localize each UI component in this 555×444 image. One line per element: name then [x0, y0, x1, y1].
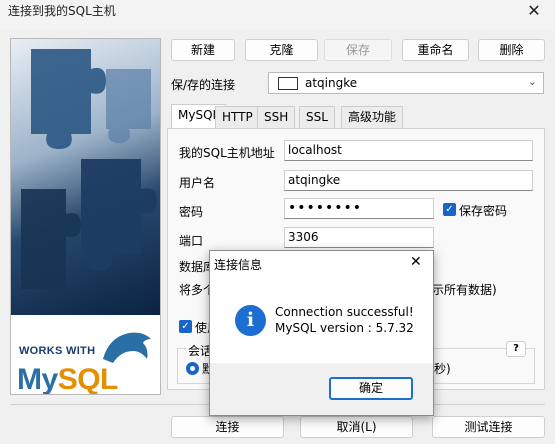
dolphin-icon: [103, 332, 151, 363]
port-input[interactable]: 3306: [284, 227, 434, 248]
save-password-checkbox[interactable]: ✓: [443, 203, 456, 216]
tab-http[interactable]: HTTP: [215, 106, 260, 128]
username-input[interactable]: atqingke: [284, 170, 533, 191]
logo-my: My: [17, 363, 58, 395]
connection-color-swatch: [278, 77, 298, 90]
tab-ssl[interactable]: SSL: [299, 106, 335, 128]
save-password-label: 保存密码: [459, 204, 508, 218]
rename-button[interactable]: 重命名: [402, 39, 469, 61]
save-button[interactable]: 保存: [324, 39, 392, 61]
dialog-title: 连接信息: [214, 258, 263, 272]
puzzle-pieces-icon: [21, 49, 157, 289]
banner-image: WORKS WITH MySQL: [10, 38, 161, 395]
window-title: 连接到我的SQL主机: [8, 4, 116, 18]
info-icon: i: [235, 305, 266, 336]
password-input[interactable]: ••••••••: [284, 198, 434, 219]
password-label: 密码: [179, 205, 204, 219]
username-label: 用户名: [179, 176, 216, 190]
dialog-message-line1: Connection successful!: [275, 305, 414, 319]
clone-button[interactable]: 克隆: [245, 39, 318, 61]
saved-connection-value: atqingke: [305, 76, 358, 90]
host-label: 我的SQL主机地址: [179, 146, 275, 160]
ok-button[interactable]: 确定: [329, 377, 413, 400]
dialog-close-icon[interactable]: ✕: [410, 254, 422, 270]
tab-advanced[interactable]: 高级功能: [341, 106, 404, 128]
connection-info-dialog: 连接信息 ✕ i Connection successful! MySQL ve…: [209, 250, 434, 416]
dialog-message-line2: MySQL version : 5.7.32: [275, 321, 414, 335]
port-label: 端口: [179, 234, 204, 248]
connect-button[interactable]: 连接: [171, 416, 284, 438]
seconds-text: 秒): [434, 362, 451, 376]
works-with-text: WORKS WITH: [19, 345, 96, 357]
window-close-icon[interactable]: ✕: [519, 0, 549, 24]
cancel-button[interactable]: 取消(L): [300, 416, 413, 438]
saved-connection-select[interactable]: atqingke ⌄: [268, 72, 544, 94]
show-all-text: 示所有数据): [432, 283, 497, 297]
test-connection-button[interactable]: 测试连接: [432, 416, 545, 438]
use-checkbox[interactable]: ✓: [179, 320, 192, 333]
saved-connection-label: 保/存的连接: [171, 78, 236, 92]
delete-button[interactable]: 删除: [478, 39, 545, 61]
host-input[interactable]: localhost: [284, 140, 533, 161]
help-button[interactable]: ?: [506, 341, 526, 357]
tab-ssh[interactable]: SSH: [257, 106, 296, 128]
title-bar: 连接到我的SQL主机 ✕: [0, 0, 555, 30]
new-button[interactable]: 新建: [171, 39, 235, 61]
chevron-down-icon[interactable]: ⌄: [528, 75, 537, 88]
puzzle-image: [11, 39, 160, 315]
default-radio[interactable]: [186, 362, 199, 375]
